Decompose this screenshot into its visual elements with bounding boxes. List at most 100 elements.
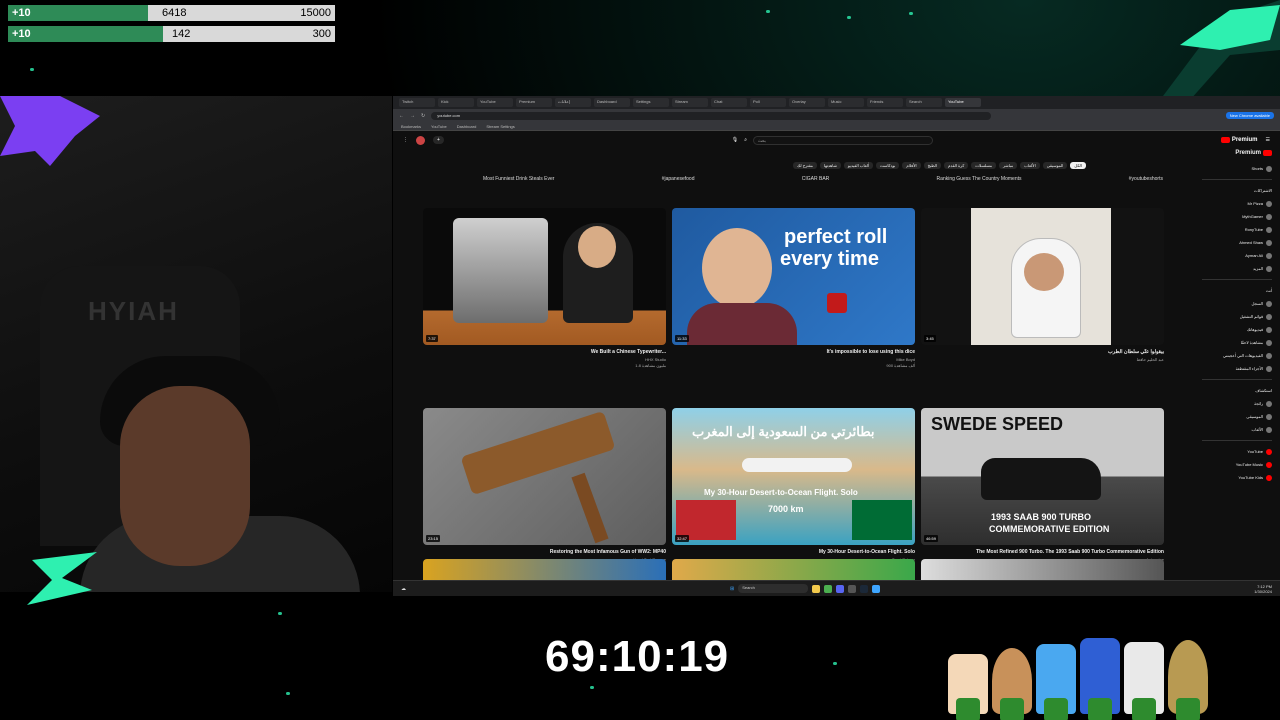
reload-icon[interactable]: ↻ <box>421 113 425 119</box>
video-thumbnail[interactable]: 7:37 <box>423 208 666 345</box>
browser-tab[interactable]: Premium <box>516 98 552 107</box>
browser-tab[interactable]: Friends <box>867 98 903 107</box>
steam-icon[interactable] <box>860 584 869 593</box>
video-thumbnail[interactable]: perfect roll every time 11:33 <box>672 208 915 345</box>
sidebar-item[interactable]: Shorts <box>1202 162 1272 175</box>
sidebar-item[interactable]: الألعاب <box>1202 423 1272 436</box>
browser-tab[interactable]: Chat <box>711 98 747 107</box>
search-input[interactable]: بحث <box>753 135 934 145</box>
file-explorer-icon[interactable] <box>812 584 821 593</box>
bookmark-item[interactable]: Bookmarks <box>401 124 421 129</box>
video-thumbnail[interactable]: بطائرتي من السعودية إلى المغرب My 30-Hou… <box>672 408 915 545</box>
forward-icon[interactable]: → <box>410 113 415 119</box>
video-title[interactable]: It's impossible to lose using this dice <box>672 349 915 355</box>
chip[interactable]: كرة القدم <box>944 162 969 169</box>
chip[interactable]: بودكاست <box>876 162 900 169</box>
mic-icon[interactable]: 🎙 <box>732 137 738 143</box>
video-thumbnail[interactable]: SWEDE SPEED 1993 SAAB 900 TURBO COMMEMOR… <box>921 408 1164 545</box>
sidebar-item[interactable]: Ahmed Shaw <box>1202 236 1272 249</box>
chip[interactable]: الطبخ <box>923 162 941 169</box>
bookmark-item[interactable]: YouTube <box>431 124 447 129</box>
video-title[interactable]: بيقولوا عنّي سلطان الطرب <box>921 349 1164 355</box>
back-icon[interactable]: ← <box>399 113 404 119</box>
sidebar-item[interactable]: السجل <box>1202 297 1272 310</box>
video-channel[interactable]: عبد الحليم حافظ <box>921 357 1164 362</box>
bookmark-item[interactable]: Stream Settings <box>486 124 514 129</box>
video-card[interactable]: بطائرتي من السعودية إلى المغرب My 30-Hou… <box>672 408 915 568</box>
sidebar-item[interactable]: YouTube Music <box>1202 458 1272 471</box>
video-card[interactable]: 7:37 We Built a Chinese Typewriter... HH… <box>423 208 666 368</box>
update-badge[interactable]: New Chrome available <box>1225 112 1274 119</box>
avatar[interactable] <box>416 135 425 145</box>
browser-tab-active[interactable]: YouTube <box>945 98 981 107</box>
video-title[interactable]: Ranking Guess The Country Moments <box>937 176 1022 182</box>
browser-tab[interactable]: YouTube <box>477 98 513 107</box>
chip[interactable]: شاهدتها <box>819 162 841 169</box>
sidebar-item[interactable]: رائجة <box>1202 397 1272 410</box>
youtube-logo[interactable]: Premium <box>1220 137 1258 143</box>
chip[interactable]: الأفلام <box>902 162 921 169</box>
sidebar-item[interactable]: مشاهدة لاحقًا <box>1202 336 1272 349</box>
video-title[interactable]: The Most Refined 900 Turbo. The 1993 Saa… <box>921 549 1164 555</box>
menu-icon[interactable]: ☰ <box>1266 137 1270 143</box>
browser-tab[interactable]: Twitch <box>399 98 435 107</box>
browser-tab[interactable]: Search <box>906 98 942 107</box>
sidebar-item[interactable]: RonyTube <box>1202 223 1272 236</box>
chip[interactable]: الموسيقى <box>1042 162 1068 169</box>
taskbar-clock[interactable]: 7:12 PM 1/30/2024 <box>1254 584 1272 594</box>
sidebar-item[interactable]: أنت <box>1202 284 1272 297</box>
sidebar-item[interactable]: استكشاف <box>1202 384 1272 397</box>
sidebar-logo[interactable]: Premium <box>1202 150 1272 156</box>
video-title[interactable]: CIGAR BAR <box>802 176 830 182</box>
video-channel[interactable]: Mike Boyd <box>672 357 915 362</box>
search-icon[interactable]: ⌕ <box>744 137 747 143</box>
browser-tab[interactable]: Music <box>828 98 864 107</box>
windows-start-icon[interactable]: ⊞ <box>730 586 734 592</box>
video-title[interactable]: Most Funniest Drink Steals Ever <box>483 176 554 182</box>
video-title[interactable]: #japanesefood <box>662 176 695 182</box>
chrome-icon[interactable] <box>824 584 833 593</box>
video-card[interactable]: perfect roll every time 11:33 It's impos… <box>672 208 915 368</box>
sidebar-item[interactable]: Ayman Ali <box>1202 249 1272 262</box>
taskbar-search[interactable]: Search <box>738 584 809 593</box>
chip[interactable]: الألعاب <box>1020 162 1040 169</box>
sidebar-item[interactable]: فيديوهاتك <box>1202 323 1272 336</box>
more-icon[interactable]: ⋮ <box>403 137 408 143</box>
video-title[interactable]: #youtubeshorts <box>1129 176 1163 182</box>
browser-tab[interactable]: Overlay <box>789 98 825 107</box>
chip[interactable]: الكل <box>1070 162 1086 169</box>
video-card[interactable]: 3:45 بيقولوا عنّي سلطان الطرب عبد الحليم… <box>921 208 1164 368</box>
video-title[interactable]: Restoring the Most Infamous Gun of WW2: … <box>423 549 666 555</box>
browser-tab[interactable]: Poll <box>750 98 786 107</box>
chip[interactable]: مقترح لك <box>793 162 817 169</box>
chip[interactable]: مباشر <box>999 162 1018 169</box>
video-channel[interactable]: HHX Studio <box>423 357 666 362</box>
sidebar-item[interactable]: الموسيقى <box>1202 410 1272 423</box>
browser-tab[interactable]: Kick <box>438 98 474 107</box>
create-button[interactable]: + <box>433 136 444 144</box>
url-input[interactable]: youtube.com <box>431 111 992 120</box>
weather-icon[interactable]: ☁ <box>401 586 406 592</box>
app-icon[interactable] <box>872 584 881 593</box>
browser-tab[interactable]: Dashboard <box>594 98 630 107</box>
sidebar-item[interactable]: الاشتراكات <box>1202 184 1272 197</box>
video-title[interactable]: My 30-Hour Desert-to-Ocean Flight. Solo <box>672 549 915 555</box>
bookmark-item[interactable]: Dashboard <box>457 124 477 129</box>
obs-icon[interactable] <box>848 584 857 593</box>
sidebar-item[interactable]: Mr Pizza <box>1202 197 1272 210</box>
video-title[interactable]: We Built a Chinese Typewriter... <box>423 349 666 355</box>
sidebar-item[interactable]: المزيد <box>1202 262 1272 275</box>
sidebar-item[interactable]: الفيديوهات التي أعجبتني <box>1202 349 1272 362</box>
video-thumbnail[interactable]: 23:15 <box>423 408 666 545</box>
chip[interactable]: مسلسلات <box>971 162 997 169</box>
video-thumbnail[interactable]: 3:45 <box>921 208 1164 345</box>
discord-icon[interactable] <box>836 584 845 593</box>
video-card[interactable]: SWEDE SPEED 1993 SAAB 900 TURBO COMMEMOR… <box>921 408 1164 568</box>
sidebar-item[interactable]: الأجزاء المقتطعة <box>1202 362 1272 375</box>
browser-tab[interactable]: Settings <box>633 98 669 107</box>
sidebar-item[interactable]: قوائم التشغيل <box>1202 310 1272 323</box>
browser-tab[interactable]: إعلانات <box>555 98 591 107</box>
sidebar-item[interactable]: MythGamer <box>1202 210 1272 223</box>
video-card[interactable]: 23:15 Restoring the Most Infamous Gun of… <box>423 408 666 568</box>
sidebar-item[interactable]: YouTube Kids <box>1202 471 1272 484</box>
